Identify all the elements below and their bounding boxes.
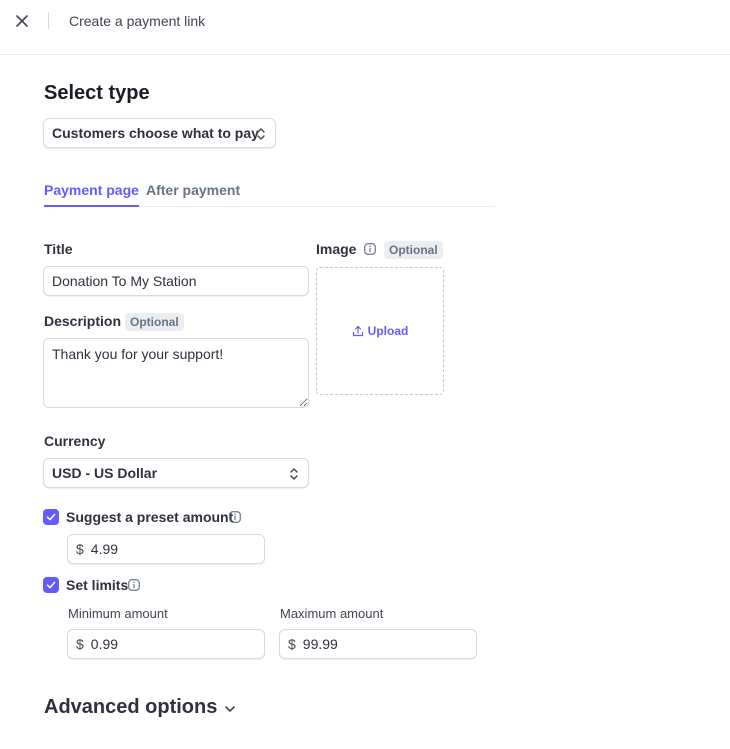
currency-select[interactable]: USD - US Dollar <box>43 458 309 488</box>
description-textarea[interactable]: Thank you for your support! <box>43 338 309 408</box>
tab-bar: Payment page After payment <box>44 182 495 207</box>
suggest-preset-label[interactable]: Suggest a preset amount <box>66 509 233 525</box>
minimum-amount-input[interactable]: $ 0.99 <box>67 629 265 659</box>
title-input-value: Donation To My Station <box>52 273 197 289</box>
set-limits-checkbox[interactable] <box>43 577 59 593</box>
currency-label: Currency <box>44 433 106 449</box>
topbar-divider <box>48 12 49 29</box>
upload-icon <box>352 325 363 337</box>
top-bar: Create a payment link <box>0 0 730 55</box>
image-optional-badge: Optional <box>384 241 443 259</box>
type-select-value: Customers choose what to pay <box>52 125 259 141</box>
chevron-up-down-icon <box>290 468 298 480</box>
preset-amount-value: 4.99 <box>90 541 119 557</box>
upload-label: Upload <box>367 324 409 338</box>
checkmark-icon <box>46 581 56 589</box>
currency-symbol: $ <box>76 541 84 557</box>
advanced-options-label: Advanced options <box>44 696 218 718</box>
tab-after-payment[interactable]: After payment <box>146 182 240 207</box>
currency-select-value: USD - US Dollar <box>52 465 158 481</box>
preset-amount-input[interactable]: $ 4.99 <box>67 534 265 564</box>
description-optional-badge: Optional <box>125 313 184 331</box>
suggest-preset-checkbox[interactable] <box>43 509 59 525</box>
minimum-amount-value: 0.99 <box>90 636 119 652</box>
maximum-amount-value: 99.99 <box>302 636 338 652</box>
info-icon[interactable] <box>229 511 241 523</box>
advanced-options-toggle[interactable]: Advanced options <box>44 696 237 719</box>
maximum-amount-input[interactable]: $ 99.99 <box>279 629 477 659</box>
select-type-heading: Select type <box>44 82 150 104</box>
image-upload-dropzone[interactable]: Upload <box>316 267 444 395</box>
chevron-up-down-icon <box>257 128 265 140</box>
set-limits-label[interactable]: Set limits <box>66 577 128 593</box>
close-button[interactable] <box>12 11 32 31</box>
title-label: Title <box>44 241 73 257</box>
chevron-down-icon <box>225 705 236 712</box>
checkmark-icon <box>46 513 56 521</box>
maximum-amount-label: Maximum amount <box>280 606 384 621</box>
currency-symbol: $ <box>76 636 84 652</box>
type-select[interactable]: Customers choose what to pay <box>43 118 276 148</box>
info-icon[interactable] <box>364 243 376 255</box>
upload-button[interactable]: Upload <box>352 324 409 338</box>
info-icon[interactable] <box>128 579 140 591</box>
tab-payment-page[interactable]: Payment page <box>44 182 139 207</box>
image-label: Image <box>316 241 357 257</box>
description-label: Description <box>44 313 122 329</box>
minimum-amount-label: Minimum amount <box>68 606 168 621</box>
title-input[interactable]: Donation To My Station <box>43 266 309 296</box>
page-title: Create a payment link <box>69 13 206 29</box>
close-icon <box>16 15 28 27</box>
currency-symbol: $ <box>288 636 296 652</box>
